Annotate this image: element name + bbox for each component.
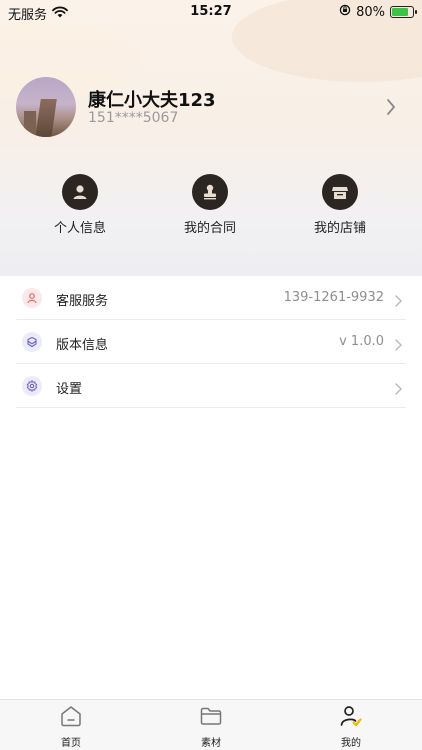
tab-home[interactable]: 首页 <box>31 704 111 749</box>
battery-icon <box>390 6 417 18</box>
settings-list: 客服服务 139-1261-9932 版本信息 v 1.0.0 设置 <box>0 276 422 408</box>
user-service-icon <box>22 288 42 308</box>
profile-icon <box>340 706 362 727</box>
list-item-label: 版本信息 <box>56 338 109 353</box>
quick-my-contract-label: 我的合同 <box>183 221 236 236</box>
status-right: 80% <box>339 4 417 20</box>
tab-home-label: 首页 <box>61 738 81 749</box>
quick-my-store-label: 我的店铺 <box>313 221 366 236</box>
orientation-lock-icon <box>339 4 351 20</box>
chevron-right-icon <box>395 292 402 311</box>
quick-personal-info-label: 个人信息 <box>53 221 106 236</box>
tab-bar: 首页 素材 我的 <box>0 699 422 750</box>
battery-percent: 80% <box>356 4 385 20</box>
quick-my-contract[interactable]: 我的合同 <box>155 174 265 236</box>
version-value: v 1.0.0 <box>339 334 384 349</box>
home-icon <box>61 706 81 727</box>
avatar[interactable] <box>16 77 76 137</box>
profile-phone: 151****5067 <box>88 110 179 126</box>
chevron-right-icon[interactable] <box>386 98 396 120</box>
quick-my-store[interactable]: 我的店铺 <box>285 174 395 236</box>
layers-icon <box>22 332 42 352</box>
status-bar: 无服务 15:27 80% <box>0 0 422 24</box>
stamp-icon <box>192 174 228 210</box>
profile-name: 康仁小大夫123 <box>88 90 216 111</box>
quick-personal-info[interactable]: 个人信息 <box>25 174 135 236</box>
list-item-settings[interactable]: 设置 <box>16 364 406 408</box>
person-icon <box>62 174 98 210</box>
tab-materials-label: 素材 <box>201 738 221 749</box>
service-phone-value: 139-1261-9932 <box>283 290 384 305</box>
list-item-label: 客服服务 <box>56 294 109 309</box>
tab-materials[interactable]: 素材 <box>171 704 251 749</box>
folder-icon <box>200 707 222 725</box>
store-icon <box>322 174 358 210</box>
list-item-version[interactable]: 版本信息 v 1.0.0 <box>16 320 406 364</box>
list-item-label: 设置 <box>56 382 83 397</box>
list-item-customer-service[interactable]: 客服服务 139-1261-9932 <box>16 276 406 320</box>
tab-mine[interactable]: 我的 <box>311 704 391 749</box>
chevron-right-icon <box>395 336 402 355</box>
gear-icon <box>22 376 42 396</box>
chevron-right-icon <box>395 380 402 399</box>
tab-mine-label: 我的 <box>341 738 361 749</box>
